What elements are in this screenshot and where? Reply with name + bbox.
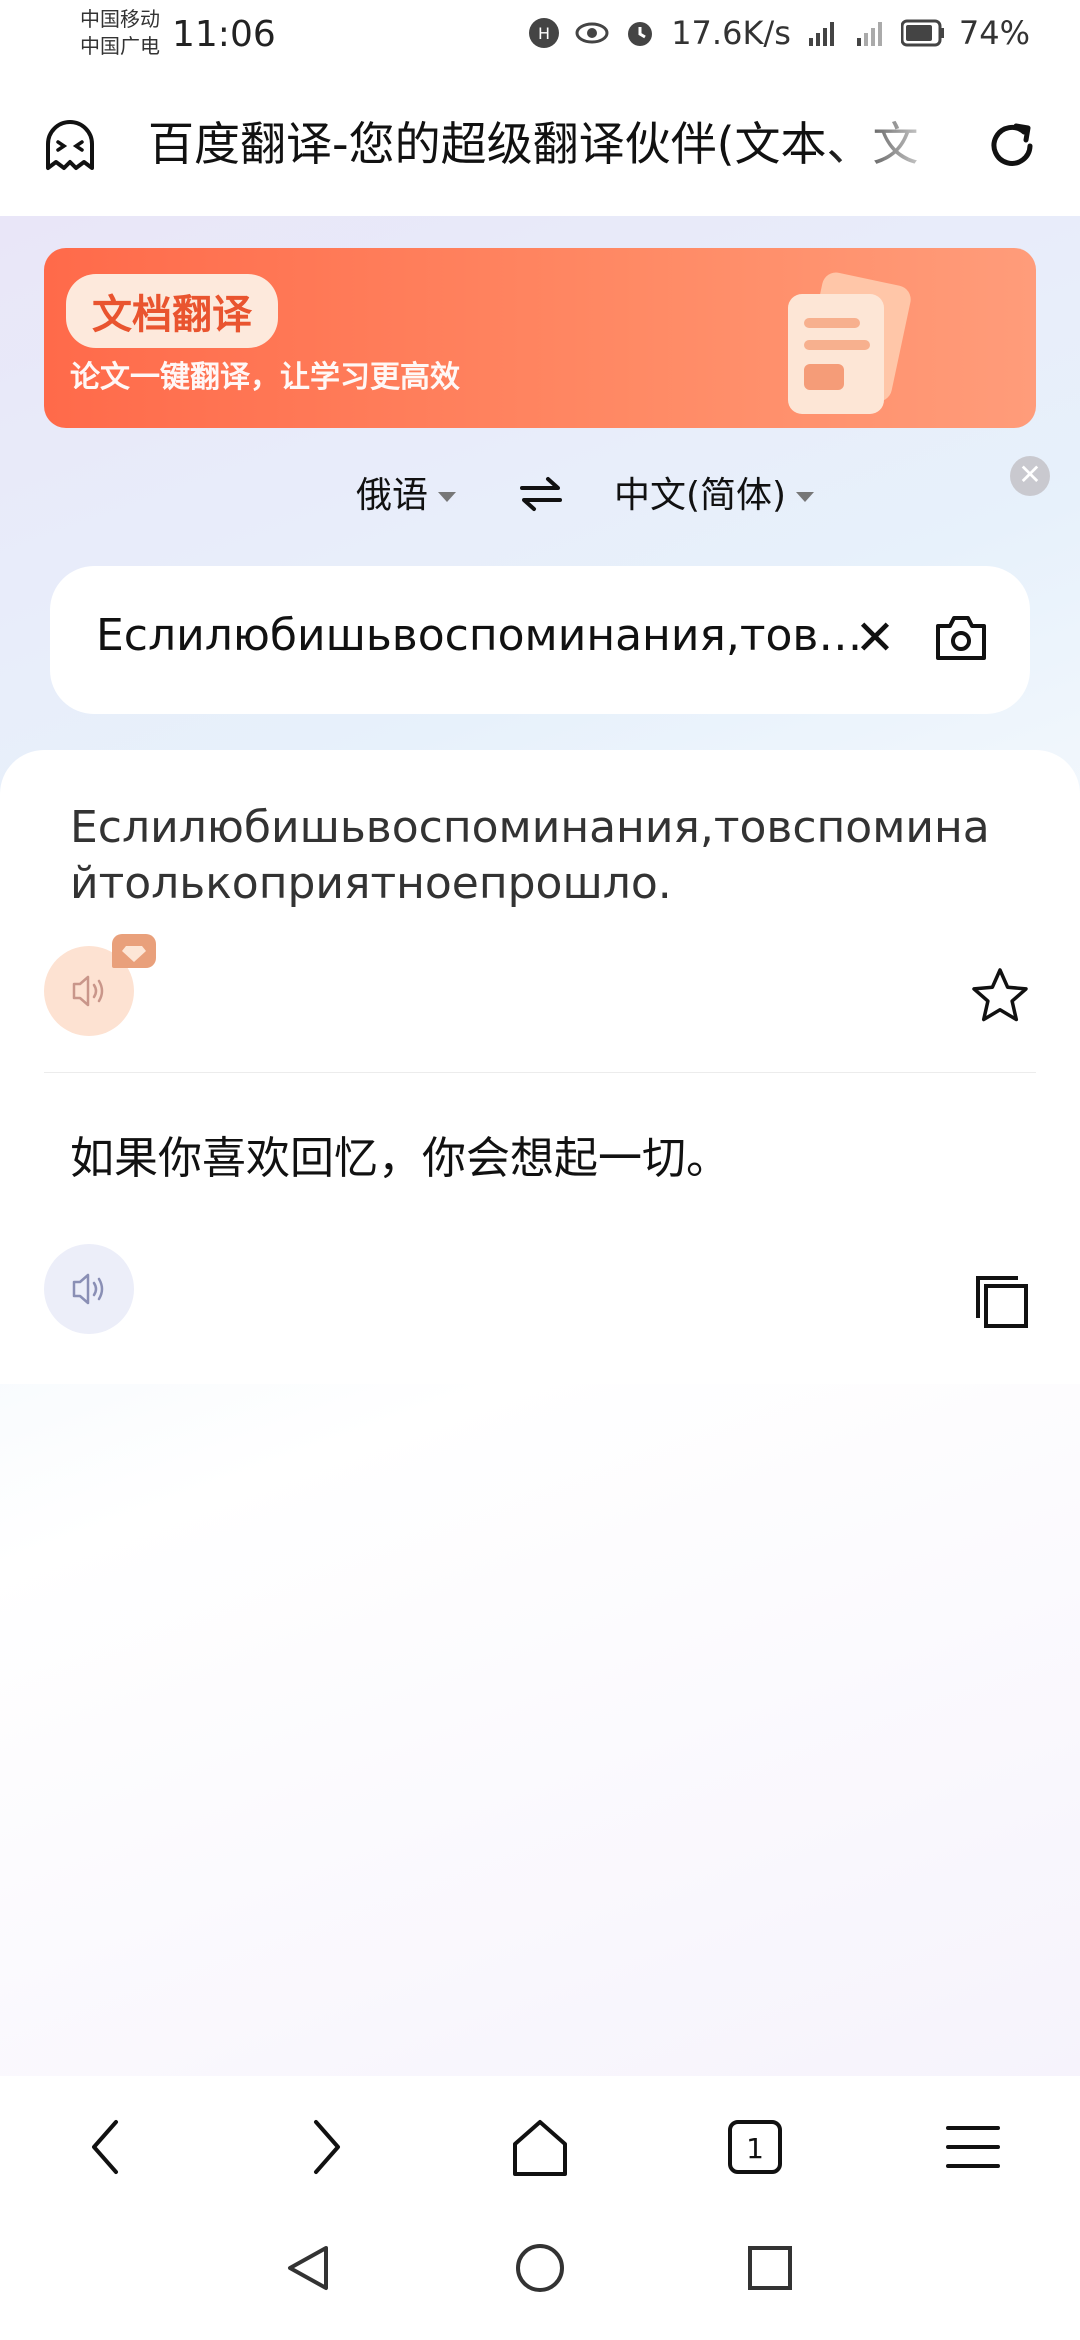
translate-page: 文档翻译 论文一键翻译，让学习更高效 ✕ 俄语 中文(简体) Еслилюбиш…: [0, 216, 1080, 2076]
svg-text:1: 1: [746, 2132, 764, 2165]
clear-button[interactable]: ✕: [850, 610, 900, 666]
target-language-select[interactable]: 中文(简体): [614, 466, 815, 518]
status-time: 11:06: [172, 14, 276, 55]
divider: [44, 1072, 1036, 1073]
target-language-label: 中文(简体): [614, 475, 787, 516]
eye-icon: [575, 22, 609, 44]
forward-icon[interactable]: [290, 2112, 360, 2182]
translate-input-box[interactable]: Еслилюбишьвоспоминания,товспоминайтолько…: [50, 566, 1030, 714]
home-icon[interactable]: [505, 2112, 575, 2182]
status-icons: H 17.6K/s 74%: [527, 14, 1030, 52]
alarm-icon: [628, 22, 653, 46]
system-home-icon[interactable]: [512, 2240, 568, 2296]
chevron-down-icon: [796, 492, 815, 502]
hd-icon: H: [529, 18, 560, 48]
carrier-labels: 中国移动 中国广电: [80, 6, 160, 60]
document-icon: [788, 272, 911, 414]
signal-icon-2: [856, 22, 882, 46]
tabs-icon[interactable]: 1: [720, 2112, 790, 2182]
copy-icon[interactable]: [974, 1274, 1030, 1330]
ghost-icon[interactable]: [42, 118, 98, 174]
speaker-icon: [72, 1273, 104, 1305]
network-speed: 17.6K/s: [671, 14, 791, 52]
banner-tag: 文档翻译: [66, 274, 278, 348]
close-icon: ✕: [854, 610, 896, 666]
banner-subtitle: 论文一键翻译，让学习更高效: [70, 360, 460, 395]
menu-icon[interactable]: [938, 2112, 1008, 2182]
browser-nav-bar: 1: [0, 2076, 1080, 2216]
camera-icon[interactable]: [934, 612, 988, 662]
document-translate-banner[interactable]: 文档翻译 论文一键翻译，让学习更高效: [44, 248, 1036, 428]
translation-text: 如果你喜欢回忆，你会想起一切。: [70, 1133, 730, 1184]
source-language-select[interactable]: 俄语: [356, 466, 457, 518]
source-text: Еслилюбишьвоспоминания,товспоминайтолько…: [70, 802, 990, 909]
system-back-icon[interactable]: [280, 2240, 336, 2296]
swap-icon[interactable]: [518, 474, 564, 514]
status-bar: 中国移动 中国广电 11:06 H 17.6K/s 74%: [0, 0, 1080, 72]
svg-text:H: H: [538, 24, 550, 43]
translation-speaker-button[interactable]: [44, 1244, 134, 1334]
battery-percent: 74%: [958, 14, 1030, 52]
page-title[interactable]: 百度翻译-您的超级翻译伙伴(文本、文: [148, 108, 948, 180]
carrier-2: 中国广电: [80, 34, 160, 58]
source-input[interactable]: Еслилюбишьвоспоминания,товспоминайтолько…: [96, 610, 866, 661]
translation-result-card: Еслилюбишьвоспоминания,товспоминайтолько…: [0, 750, 1080, 1384]
back-icon[interactable]: [72, 2112, 142, 2182]
language-selector-bar: 俄语 中文(简体): [0, 466, 1080, 526]
vip-icon: [112, 934, 156, 968]
carrier-1: 中国移动: [80, 7, 160, 31]
star-icon[interactable]: [970, 966, 1030, 1026]
signal-icon-1: [808, 22, 834, 46]
system-recents-icon[interactable]: [742, 2240, 798, 2296]
battery-icon: [900, 19, 944, 47]
chevron-down-icon: [438, 492, 457, 502]
browser-title-bar: 百度翻译-您的超级翻译伙伴(文本、文: [0, 72, 1080, 216]
source-language-label: 俄语: [356, 475, 429, 516]
reload-icon[interactable]: [982, 116, 1042, 176]
system-nav-bar: [0, 2216, 1080, 2340]
